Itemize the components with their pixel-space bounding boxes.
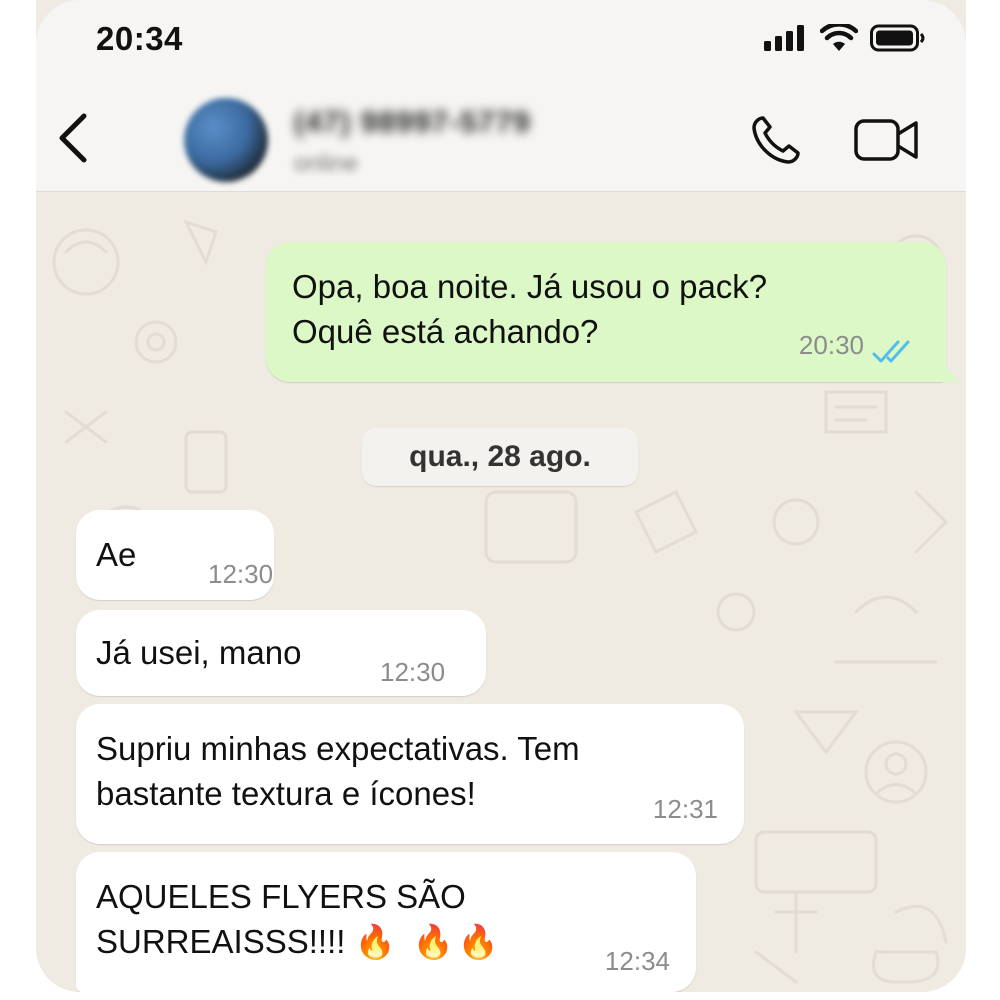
message-time: 12:30 (208, 559, 274, 589)
status-icons (764, 24, 926, 52)
date-divider: qua., 28 ago. (362, 428, 638, 486)
status-time: 20:34 (96, 20, 183, 57)
video-icon (854, 119, 918, 161)
video-call-button[interactable] (854, 118, 920, 162)
message-time: 12:30 (380, 657, 446, 687)
message-text-line: Supriu minhas expectativas. Tem (96, 730, 580, 767)
wifi-icon (820, 24, 858, 51)
chat-area[interactable]: Opa, boa noite. Já usou o pack? Oquê est… (36, 192, 966, 992)
phone-screen: 20:34 (47) 98997-5779 online Opa, boa no… (36, 0, 966, 992)
signal-icon (764, 25, 804, 51)
message-text-line: Ae (96, 536, 137, 573)
message-text-line: Opa, boa noite. Já usou o pack? (292, 268, 768, 305)
message-text-line: Já usei, mano (96, 634, 302, 671)
battery-icon (870, 24, 925, 52)
chat-header: 20:34 (47) 98997-5779 online (36, 0, 966, 192)
message-text-line: bastante textura e ícones! (96, 775, 476, 812)
contact-status: online (294, 150, 359, 177)
message-text-line: AQUELES FLYERS SÃO (96, 878, 466, 915)
message-bubble-incoming[interactable]: Ae 12:30 (76, 510, 274, 600)
message-bubble-incoming[interactable]: AQUELES FLYERS SÃO SURREAISSS!!!! 🔥 🔥🔥 1… (76, 852, 696, 992)
phone-icon (752, 116, 800, 164)
back-button[interactable] (54, 112, 94, 164)
contact-name[interactable]: (47) 98997-5779 (294, 106, 531, 140)
message-bubble-incoming[interactable]: Supriu minhas expectativas. Tem bastante… (76, 704, 744, 844)
fire-emoji: 🔥 🔥🔥 (354, 923, 504, 960)
message-time: 20:30 (798, 330, 864, 360)
voice-call-button[interactable] (748, 112, 804, 168)
message-bubble-outgoing[interactable]: Opa, boa noite. Já usou o pack? Oquê est… (266, 242, 946, 382)
message-bubble-incoming[interactable]: Já usei, mano 12:30 (76, 610, 486, 696)
message-time: 12:34 (604, 946, 670, 976)
message-text-line: SURREAISSS!!!! (96, 923, 346, 960)
double-check-icon (872, 340, 910, 363)
message-time: 12:31 (652, 794, 718, 824)
back-icon (59, 113, 87, 163)
avatar[interactable] (184, 98, 268, 182)
